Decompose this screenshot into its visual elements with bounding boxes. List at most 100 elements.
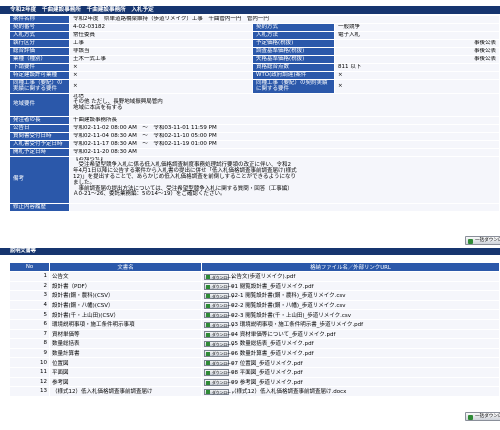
correction-value bbox=[69, 203, 500, 212]
doc-file: ダウンロード03 環境説明事項・施工条件明示書_歩道リメイク.pdf bbox=[201, 318, 500, 330]
info-value: 北信 その他 ただし、長野地域振興局管内 地域に本店を有する bbox=[69, 93, 500, 117]
doc-file-name[interactable]: 05 数量総括表_歩道リメイク.pdf bbox=[231, 341, 314, 347]
download-button[interactable]: ダウンロード bbox=[204, 340, 235, 348]
info-row: 入札書受付予定日時 令和02-11-17 08:30 AM ～ 令和02-11-1… bbox=[9, 140, 500, 149]
doc-file: ダウンロード08 平面図_歩道リメイク.pdf bbox=[201, 366, 500, 378]
doc-no: 1 bbox=[9, 271, 50, 282]
info-label: 総合評価 bbox=[9, 47, 70, 56]
bulk-download-button-bottom[interactable]: 一括ダウンロード bbox=[465, 412, 500, 421]
doc-file: ダウンロード06 数量計算書_歩道リメイク.pdf bbox=[201, 347, 500, 359]
download-button[interactable]: ダウンロード bbox=[204, 388, 235, 396]
info-row: 開札予定日時 令和02-11-20 08:30 AM bbox=[9, 148, 500, 157]
table-row: 8 数量総括表 ダウンロード05 数量総括表_歩道リメイク.pdf bbox=[9, 338, 500, 349]
info-note: 事後公表 bbox=[473, 48, 496, 55]
info-value: × bbox=[338, 72, 343, 79]
doc-file-name[interactable]: 09 参考図_歩道リメイク.pdf bbox=[231, 380, 303, 386]
info-value: 工事 bbox=[69, 39, 253, 48]
download-button[interactable]: ダウンロード bbox=[204, 331, 235, 338]
table-row: 3 設計書(鋼・農科)(CSV） ダウンロード02-1 閲覧設計書(鋼・農科)_歩道… bbox=[9, 290, 500, 301]
info-label: WTO(政府調達)案件 bbox=[252, 71, 335, 80]
doc-file-name[interactable]: （様式12）低入札価格調査事前調査届け.docx bbox=[231, 389, 346, 395]
doc-no: 11 bbox=[9, 366, 50, 378]
table-row: 7 資材単価等 ダウンロード04 資材単価等について_歩道リメイク.pdf bbox=[9, 328, 500, 340]
doc-file: ダウンロード公告文(歩道リメイク).pdf bbox=[201, 271, 500, 282]
doc-file-name[interactable]: 02-2 閲覧設計書(鋼・八幡)_歩道リメイク.csv bbox=[231, 303, 346, 309]
bulk-download-button-top[interactable]: 一括ダウンロード bbox=[465, 236, 500, 245]
doc-name: 設計書(鋼・八幡)(CSV） bbox=[49, 299, 202, 311]
download-button[interactable]: ダウンロード bbox=[204, 283, 235, 290]
info-row: 契約番号 4-02-03182 契約方式 一般競争 bbox=[9, 23, 500, 32]
download-button[interactable]: ダウンロード bbox=[204, 302, 235, 309]
table-row: 2 設計書（PDF） ダウンロード01 閲覧設計書_歩道リメイク.pdf bbox=[9, 280, 500, 292]
info-value: × bbox=[334, 79, 500, 94]
doc-file-name[interactable]: 02-3 閲覧設計書(千・上山田)_歩道リメイク.csv bbox=[231, 313, 351, 319]
info-label: 開札予定日時 bbox=[9, 148, 70, 157]
table-row: 4 設計書(鋼・八幡)(CSV） ダウンロード02-2 閲覧設計書(鋼・八幡)_歩道… bbox=[9, 299, 500, 311]
doc-file-name[interactable]: 08 平面図_歩道リメイク.pdf bbox=[231, 370, 303, 376]
doc-file-name[interactable]: 03 環境説明事項・施工条件明示書_歩道リメイク.pdf bbox=[231, 322, 363, 328]
remarks-row: 備考 【お知らせ】 受注希望型競争入札に係る低入札価格調査制度事務処理試行要領の改… bbox=[9, 156, 500, 204]
info-value: 千曲建設事務所長 bbox=[69, 116, 500, 125]
info-label: 契約方式 bbox=[252, 23, 335, 32]
download-button[interactable]: ダウンロード bbox=[204, 311, 235, 319]
info-value: 電子入札 bbox=[334, 31, 500, 40]
info-value: 令和02-11-02 08:00 AM ～ 令和03-11-01 11:59 P… bbox=[69, 124, 500, 133]
doc-file-name[interactable]: 01 閲覧設計書_歩道リメイク.pdf bbox=[231, 284, 314, 290]
doc-file-name[interactable]: 公告文(歩道リメイク).pdf bbox=[231, 274, 295, 280]
info-label: 同種工事（要紀）の契約実績に関する要件 bbox=[252, 79, 335, 94]
info-value: × bbox=[69, 71, 253, 80]
doc-file-name[interactable]: 04 資材単価等について_歩道リメイク.pdf bbox=[231, 332, 335, 338]
doc-no: 9 bbox=[9, 347, 50, 359]
table-row: 6 環境説明事項・施工条件明示事項 ダウンロード03 環境説明事項・施工条件明示書_… bbox=[9, 318, 500, 330]
info-label: 地域要件 bbox=[9, 93, 70, 117]
info-row: 公告日 令和02-11-02 08:00 AM ～ 令和03-11-01 11:5… bbox=[9, 124, 500, 133]
doc-name: 設計書（PDF） bbox=[49, 280, 202, 292]
doc-name: （様式12）低入札価格調査事前調査届け bbox=[49, 386, 202, 397]
doc-file: ダウンロード01 閲覧設計書_歩道リメイク.pdf bbox=[201, 280, 500, 292]
info-value: 一般競争 bbox=[334, 23, 500, 32]
info-value: 事後公表 bbox=[334, 39, 500, 48]
doc-file: ダウンロード05 数量総括表_歩道リメイク.pdf bbox=[201, 338, 500, 349]
info-label: 失格基準価格(税抜) bbox=[252, 55, 335, 64]
page-title: 令和2年度 千曲建設事務所 千曲建設事務所 入札予定 bbox=[0, 6, 500, 14]
info-value: 令和02-11-04 08:30 AM ～ 令和02-11-10 05:00 P… bbox=[69, 132, 500, 141]
info-row: 特定建設許可業種 × WTO(政府調達)案件 × bbox=[9, 71, 500, 80]
download-button[interactable]: ダウンロード bbox=[204, 273, 235, 281]
table-row: 13 （様式12）低入札価格調査事前調査届け ダウンロード（様式12）低入札価格調査… bbox=[9, 386, 500, 397]
col-file: 格納ファイル名／外部リンクURL bbox=[201, 262, 500, 272]
doc-file-name[interactable]: 02-1 閲覧設計書(鋼・農科)_歩道リメイク.csv bbox=[231, 293, 346, 299]
info-table: 案件名称 令和2年度 県単道路橋梁維持（歩道リメイク）工事 千曲管内一円 管内一円… bbox=[9, 15, 500, 212]
info-value: × bbox=[334, 71, 500, 80]
docs-section-title: 説明文書等 bbox=[0, 248, 500, 255]
info-value-line: 地域に本店を有する bbox=[73, 104, 123, 111]
doc-name: 平面図 bbox=[49, 366, 202, 378]
doc-file-name[interactable]: 06 数量計算書_歩道リメイク.pdf bbox=[231, 351, 314, 357]
doc-name: 設計書(鋼・農科)(CSV） bbox=[49, 290, 202, 301]
doc-file: ダウンロード02-2 閲覧設計書(鋼・八幡)_歩道リメイク.csv bbox=[201, 299, 500, 311]
download-button[interactable]: ダウンロード bbox=[204, 292, 235, 300]
download-button[interactable]: ダウンロード bbox=[204, 350, 235, 357]
info-value: × bbox=[69, 63, 253, 72]
info-value: 811 以下 bbox=[334, 63, 500, 72]
info-label: 入札方法 bbox=[252, 31, 335, 40]
info-label: 案件名称 bbox=[9, 15, 70, 24]
info-value: × bbox=[69, 79, 253, 94]
doc-file-name[interactable]: 07 位置図_歩道リメイク.pdf bbox=[231, 361, 303, 367]
info-value: 令和2年度 県単道路橋梁維持（歩道リメイク）工事 千曲管内一円 管内一円 bbox=[69, 15, 500, 24]
doc-no: 10 bbox=[9, 357, 50, 368]
doc-no: 12 bbox=[9, 376, 50, 388]
download-button[interactable]: ダウンロード bbox=[204, 379, 235, 386]
download-button[interactable]: ダウンロード bbox=[204, 359, 235, 367]
doc-name: 資材単価等 bbox=[49, 328, 202, 340]
table-row: 11 平面図 ダウンロード08 平面図_歩道リメイク.pdf bbox=[9, 366, 500, 378]
info-value: 土木一式工事 bbox=[69, 55, 253, 64]
table-row: 10 位置図 ダウンロード07 位置図_歩道リメイク.pdf bbox=[9, 357, 500, 368]
doc-no: 6 bbox=[9, 318, 50, 330]
doc-no: 7 bbox=[9, 328, 50, 340]
download-button[interactable]: ダウンロード bbox=[204, 321, 235, 329]
download-button[interactable]: ダウンロード bbox=[204, 369, 235, 376]
info-value: 常任委員 bbox=[69, 31, 253, 40]
doc-no: 3 bbox=[9, 290, 50, 301]
info-row: 業種（種別） 土木一式工事 失格基準価格(税抜) 事後公表 bbox=[9, 55, 500, 64]
info-value: 事後公表 bbox=[334, 55, 500, 64]
